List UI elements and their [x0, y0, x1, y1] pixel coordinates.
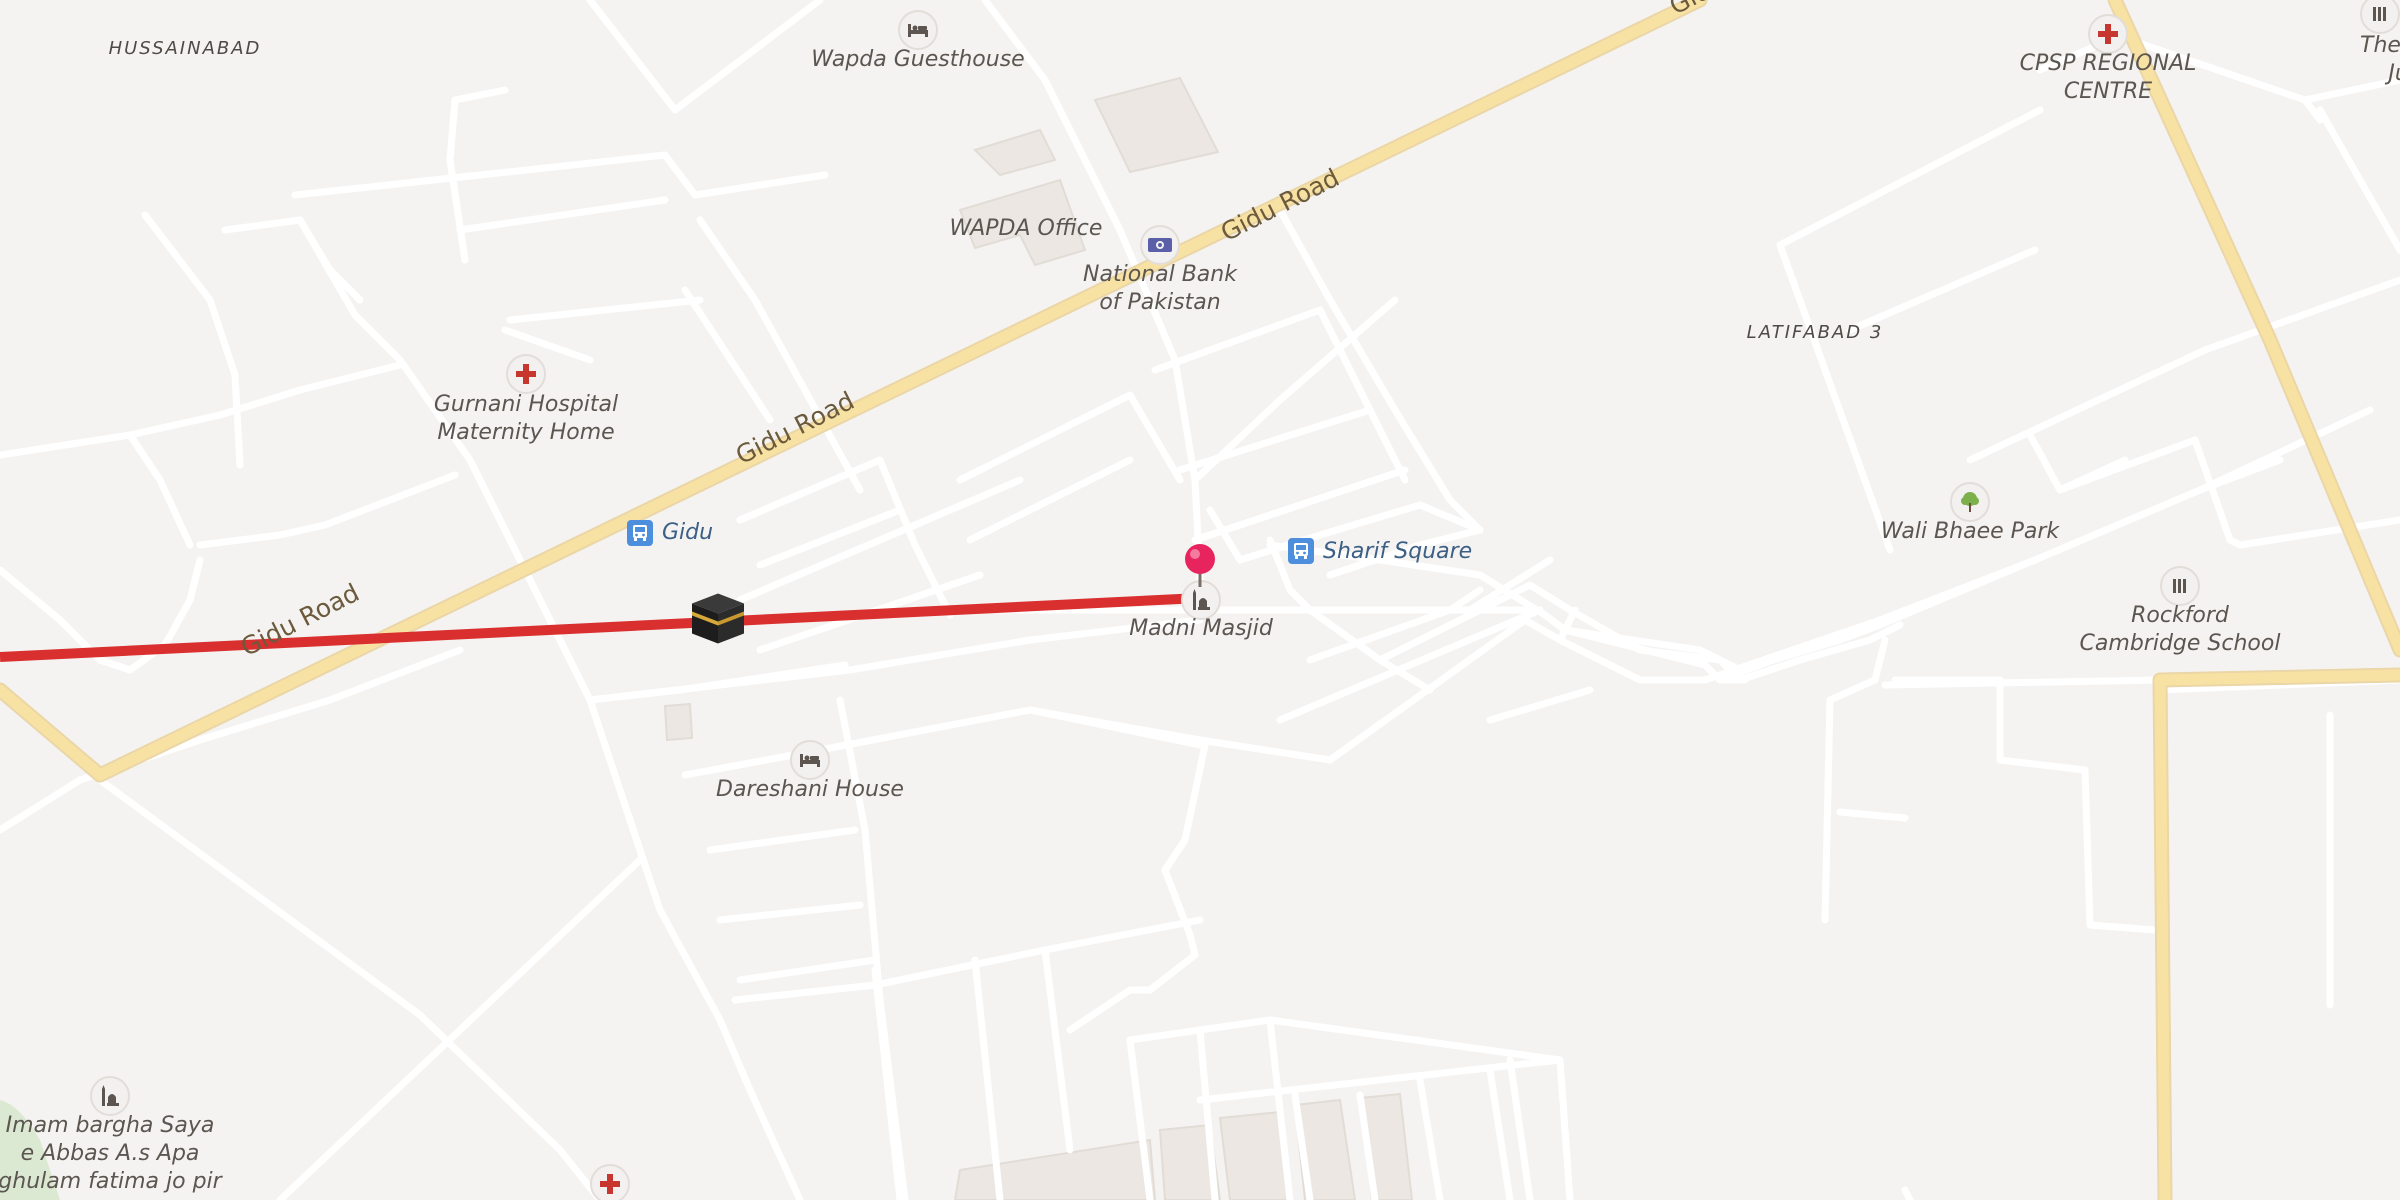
place-label-line: Cambridge School: [2079, 631, 2281, 656]
place-label-line: e Abbas A.s Apa: [20, 1141, 200, 1166]
red-cross-icon[interactable]: [506, 354, 546, 394]
place-label-line: National Bank: [1083, 262, 1237, 287]
area-label-latifabad: LATIFABAD 3: [1746, 322, 1884, 343]
place-label-wapda-office[interactable]: WAPDA Office: [950, 215, 1103, 243]
mosque-icon[interactable]: [90, 1076, 130, 1116]
route-line: [0, 593, 1201, 662]
place-label-line: ghulam fatima jo pir: [0, 1169, 222, 1194]
bed-icon[interactable]: [898, 10, 938, 50]
place-label-madni-masjid[interactable]: Madni Masjid: [1129, 615, 1273, 643]
place-label-line: The City Sc: [2360, 33, 2400, 58]
place-label-line: Rockford: [2131, 603, 2229, 628]
place-label-line: of Pakistan: [1099, 290, 1221, 315]
school-icon[interactable]: [2160, 566, 2200, 606]
map-canvas[interactable]: HUSSAINABAD LATIFABAD 3 Gidu Road Gidu R…: [0, 0, 2400, 1200]
place-label-line: Gurnani Hospital: [433, 392, 619, 417]
red-cross-icon[interactable]: [2088, 14, 2128, 54]
place-label-cpsp[interactable]: CPSP REGIONAL CENTRE: [2020, 50, 2197, 106]
red-cross-icon[interactable]: [590, 1164, 630, 1200]
banknote-icon[interactable]: [1140, 225, 1180, 265]
place-label-wali-bhaee-park[interactable]: Wali Bhaee Park: [1881, 518, 2059, 546]
tree-icon[interactable]: [1950, 482, 1990, 522]
place-label-line: CPSP REGIONAL: [2019, 51, 2197, 76]
place-label-line: Imam bargha Saya: [5, 1113, 215, 1138]
place-label-dareshani-house[interactable]: Dareshani House: [716, 776, 904, 804]
place-label-imam-bargha[interactable]: Imam bargha Saya e Abbas A.s Apa ghulam …: [0, 1112, 222, 1196]
place-label-line: Junior La: [2388, 61, 2400, 86]
bed-icon[interactable]: [790, 740, 830, 780]
place-label-gurnani-hospital[interactable]: Gurnani Hospital Maternity Home: [434, 391, 618, 447]
transit-label-gidu[interactable]: Gidu: [662, 519, 713, 547]
place-label-wapda-guesthouse[interactable]: Wapda Guesthouse: [811, 46, 1024, 74]
place-label-line: CENTRE: [2063, 79, 2153, 104]
place-label-national-bank[interactable]: National Bank of Pakistan: [1083, 261, 1237, 317]
place-label-rockford-school[interactable]: Rockford Cambridge School: [2080, 602, 2281, 658]
place-label-line: Maternity Home: [437, 420, 615, 445]
bus-stop-icon[interactable]: [1288, 538, 1314, 564]
transit-label-sharif-square[interactable]: Sharif Square: [1323, 538, 1472, 566]
kaaba-icon[interactable]: [690, 590, 746, 651]
bus-stop-icon[interactable]: [627, 520, 653, 546]
area-label-hussainabad: HUSSAINABAD: [108, 38, 262, 59]
location-pin-icon[interactable]: [1181, 543, 1219, 592]
place-label-city-school[interactable]: The City Sc Junior La: [2360, 32, 2400, 88]
